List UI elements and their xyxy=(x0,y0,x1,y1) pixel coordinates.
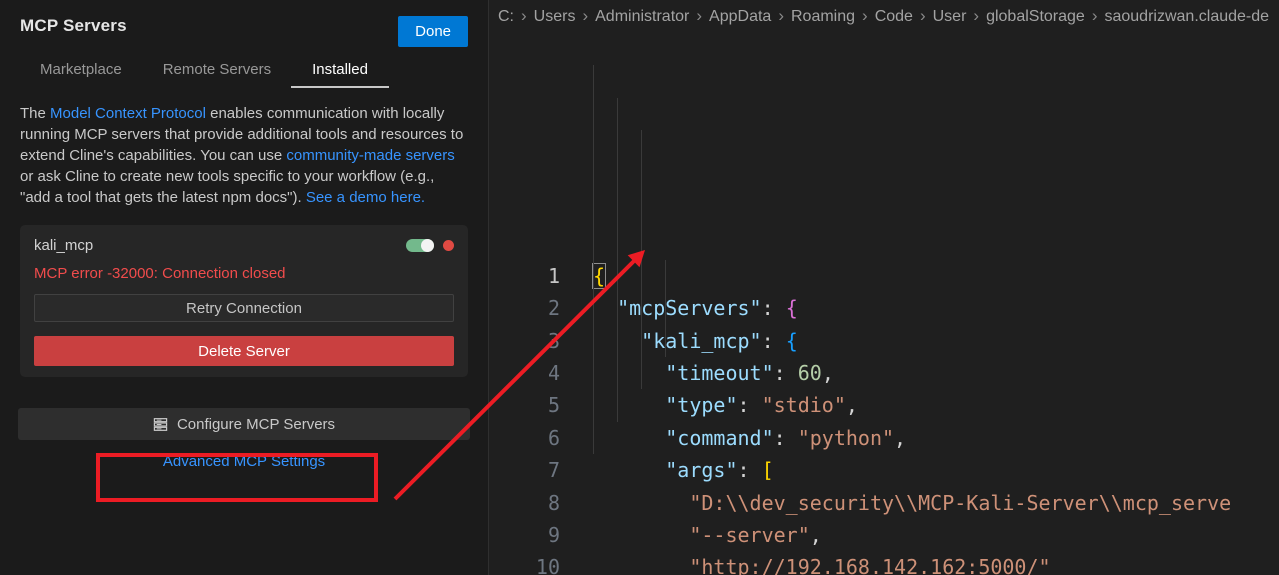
delete-server-button[interactable]: Delete Server xyxy=(34,336,454,366)
chevron-right-icon: › xyxy=(1092,7,1098,24)
code-line-text: "http://192.168.142.162:5000/" xyxy=(560,551,1051,575)
line-number: 3 xyxy=(489,325,560,357)
advanced-mcp-settings-link[interactable]: Advanced MCP Settings xyxy=(0,453,488,470)
code-line-text: { xyxy=(560,260,605,292)
code-line-text: "--server", xyxy=(560,519,822,551)
code-line[interactable]: 10 "http://192.168.142.162:5000/" xyxy=(489,551,1279,575)
chevron-right-icon: › xyxy=(862,7,868,24)
line-number: 4 xyxy=(489,357,560,389)
breadcrumb-item[interactable]: Administrator xyxy=(595,8,689,26)
line-number: 5 xyxy=(489,389,560,421)
chevron-right-icon: › xyxy=(973,7,979,24)
mcp-servers-panel: MCP Servers Done Marketplace Remote Serve… xyxy=(0,0,489,575)
toggle-knob xyxy=(421,239,434,252)
code-line[interactable]: 9 "--server", xyxy=(489,519,1279,551)
retry-connection-button[interactable]: Retry Connection xyxy=(34,294,454,322)
breadcrumb-item[interactable]: User xyxy=(933,8,967,26)
code-line[interactable]: 8 "D:\\dev_security\\MCP-Kali-Server\\mc… xyxy=(489,487,1279,519)
breadcrumb-item[interactable]: Roaming xyxy=(791,8,855,26)
chevron-right-icon: › xyxy=(696,7,702,24)
server-card: kali_mcp MCP error -32000: Connection cl… xyxy=(20,225,468,377)
configure-mcp-servers-button[interactable]: Configure MCP Servers xyxy=(18,408,470,440)
line-number: 7 xyxy=(489,454,560,486)
line-number: 10 xyxy=(489,551,560,575)
server-enabled-toggle[interactable] xyxy=(406,239,434,252)
server-card-header: kali_mcp xyxy=(34,237,454,254)
code-line-text: "D:\\dev_security\\MCP-Kali-Server\\mcp_… xyxy=(560,487,1231,519)
line-number: 8 xyxy=(489,487,560,519)
description-link[interactable]: See a demo here. xyxy=(306,189,425,206)
code-line[interactable]: 7 "args": [ xyxy=(489,454,1279,486)
line-number: 2 xyxy=(489,292,560,324)
breadcrumb-item[interactable]: C: xyxy=(498,8,514,26)
code-line-text: "kali_mcp": { xyxy=(560,325,798,357)
tab-bar: Marketplace Remote Servers Installed xyxy=(0,61,488,88)
chevron-right-icon: › xyxy=(582,7,588,24)
code-line[interactable]: 1{ xyxy=(489,260,1279,292)
code-line[interactable]: 3 "kali_mcp": { xyxy=(489,325,1279,357)
breadcrumb-item[interactable]: AppData xyxy=(709,8,771,26)
breadcrumb-item[interactable]: Users xyxy=(534,8,576,26)
panel-header: MCP Servers Done xyxy=(0,0,488,36)
code-line[interactable]: 4 "timeout": 60, xyxy=(489,357,1279,389)
tab-remote-servers[interactable]: Remote Servers xyxy=(163,61,271,88)
line-number: 6 xyxy=(489,422,560,454)
tab-installed[interactable]: Installed xyxy=(312,61,368,88)
code-area[interactable]: 1{2 "mcpServers": {3 "kali_mcp": {4 "tim… xyxy=(489,33,1279,575)
done-button[interactable]: Done xyxy=(398,16,468,47)
description-link[interactable]: community-made servers xyxy=(286,147,454,164)
line-number: 9 xyxy=(489,519,560,551)
server-rack-icon xyxy=(153,417,168,432)
code-line-text: "args": [ xyxy=(560,454,774,486)
line-number: 1 xyxy=(489,260,560,292)
server-name: kali_mcp xyxy=(34,237,93,254)
chevron-right-icon: › xyxy=(521,7,527,24)
server-status-dot-icon xyxy=(443,240,454,251)
settings-json-editor: C: › Users › Administrator › AppData › Roaming › C… xyxy=(489,0,1279,575)
code-line[interactable]: 6 "command": "python", xyxy=(489,422,1279,454)
code-line-text: "mcpServers": { xyxy=(560,292,798,324)
code-line[interactable]: 5 "type": "stdio", xyxy=(489,389,1279,421)
description-link[interactable]: Model Context Protocol xyxy=(50,105,206,122)
tab-marketplace[interactable]: Marketplace xyxy=(40,61,122,88)
description-text: The xyxy=(20,105,50,122)
breadcrumb-item[interactable]: Code xyxy=(875,8,913,26)
server-error-message: MCP error -32000: Connection closed xyxy=(34,265,454,282)
code-line-text: "type": "stdio", xyxy=(560,389,858,421)
breadcrumb-item[interactable]: saoudrizwan.claude-de xyxy=(1104,8,1269,26)
breadcrumb: C: › Users › Administrator › AppData › Roaming › C… xyxy=(489,0,1279,33)
chevron-right-icon: › xyxy=(920,7,926,24)
chevron-right-icon: › xyxy=(778,7,784,24)
code-line-text: "timeout": 60, xyxy=(560,357,834,389)
code-line[interactable]: 2 "mcpServers": { xyxy=(489,292,1279,324)
app-window: MCP Servers Done Marketplace Remote Serve… xyxy=(0,0,1279,575)
mcp-description: The Model Context Protocol enables commu… xyxy=(20,103,468,208)
breadcrumb-item[interactable]: globalStorage xyxy=(986,8,1085,26)
code-line-text: "command": "python", xyxy=(560,422,906,454)
configure-mcp-servers-label: Configure MCP Servers xyxy=(177,416,335,433)
